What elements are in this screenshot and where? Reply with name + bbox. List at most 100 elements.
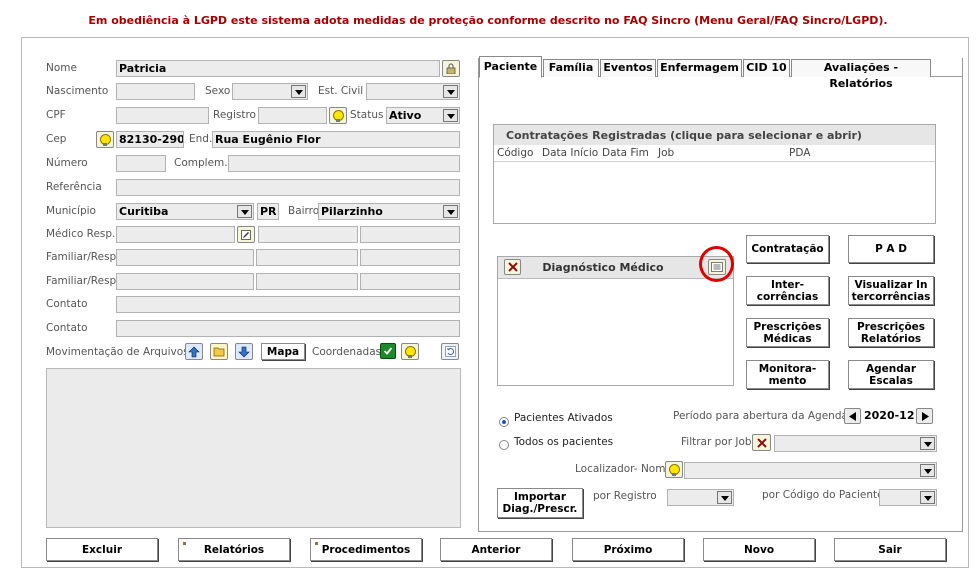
- clear-job-x-icon[interactable]: [752, 434, 771, 451]
- medico-extra-field-1[interactable]: [258, 226, 358, 243]
- coordenadas-label: Coordenadas: [312, 346, 382, 358]
- familiar2-field-3[interactable]: [360, 273, 460, 290]
- relatorios-button[interactable]: Relatórios: [178, 538, 290, 561]
- contato1-label: Contato: [46, 298, 88, 310]
- familiar1-field-2[interactable]: [256, 249, 358, 266]
- cep-lightbulb-icon[interactable]: [96, 131, 114, 148]
- bairro-value: Pilarzinho: [321, 205, 383, 218]
- por-codigo-label: por Código do Paciente: [762, 489, 884, 501]
- upload-arrow-icon[interactable]: [185, 343, 203, 360]
- tab-eventos[interactable]: Eventos: [600, 59, 656, 77]
- contato1-field[interactable]: [116, 296, 460, 313]
- coordenadas-lightbulb-icon[interactable]: [401, 343, 419, 360]
- complemento-field[interactable]: [228, 155, 460, 172]
- next-period-icon[interactable]: [916, 408, 933, 424]
- numero-field[interactable]: [116, 155, 166, 172]
- nome-field[interactable]: Patricia: [116, 60, 440, 77]
- bairro-select[interactable]: Pilarzinho: [318, 203, 460, 220]
- nascimento-field[interactable]: [116, 83, 195, 100]
- periodo-value[interactable]: 2020-12: [864, 409, 915, 422]
- col-data-fim: Data Fim: [602, 147, 649, 159]
- uf-field[interactable]: PR: [257, 203, 279, 220]
- referencia-field[interactable]: [116, 179, 460, 196]
- marker-icon: [315, 542, 318, 545]
- procedimentos-button[interactable]: Procedimentos: [310, 538, 422, 561]
- chevron-down-icon: [237, 205, 252, 218]
- tab-enfermagem[interactable]: Enfermagem: [657, 59, 742, 77]
- diagnostico-panel: Diagnóstico Médico: [497, 256, 734, 386]
- highlight-circle: [699, 246, 734, 282]
- familiar1-field[interactable]: [116, 249, 254, 266]
- proximo-button[interactable]: Próximo: [572, 538, 684, 561]
- sair-button[interactable]: Sair: [834, 538, 946, 561]
- status-select[interactable]: Ativo: [386, 107, 460, 124]
- importar-diag-prescr-button[interactable]: Importar Diag./Prescr.: [497, 488, 583, 518]
- lock-icon[interactable]: [442, 60, 460, 77]
- mapa-button[interactable]: Mapa: [261, 343, 305, 360]
- todos-pacientes-label: Todos os pacientes: [514, 436, 614, 448]
- refresh-icon[interactable]: [441, 343, 459, 360]
- tab-familia[interactable]: Família: [543, 59, 599, 77]
- cpf-field[interactable]: [116, 107, 209, 124]
- contato2-field[interactable]: [116, 320, 460, 337]
- estcivil-label: Est. Civil: [318, 85, 364, 97]
- familiar2-label: Familiar/Resp.: [46, 275, 120, 287]
- endereco-label: End.: [189, 133, 213, 145]
- prescricoes-relatorios-button[interactable]: Prescrições Relatórios: [848, 318, 934, 347]
- sexo-select[interactable]: [232, 83, 308, 100]
- cep-field[interactable]: 82130-290: [116, 131, 184, 148]
- medico-extra-field-2[interactable]: [360, 226, 460, 243]
- excluir-button[interactable]: Excluir: [46, 538, 158, 561]
- patient-form-window: Nome Patricia Nascimento Sexo Est. Civil…: [21, 37, 969, 568]
- download-arrow-icon[interactable]: [235, 343, 253, 360]
- por-registro-select[interactable]: [667, 489, 734, 506]
- familiar1-field-3[interactable]: [360, 249, 460, 266]
- localizador-select[interactable]: [684, 462, 937, 479]
- pacientes-ativados-label: Pacientes Ativados: [514, 412, 613, 424]
- tab-paciente[interactable]: Paciente: [479, 56, 542, 78]
- chevron-down-icon: [443, 85, 458, 98]
- previous-period-icon[interactable]: [844, 408, 861, 424]
- movimentacao-label: Movimentação de Arquivos: [46, 346, 189, 358]
- marker-icon: [183, 542, 186, 545]
- tab-avaliacoes-relatorios[interactable]: Avaliações - Relatórios: [791, 59, 931, 90]
- municipio-label: Município: [46, 205, 96, 217]
- municipio-select[interactable]: Curitiba: [116, 203, 254, 220]
- lgpd-notice: Em obediência à LGPD este sistema adota …: [88, 14, 888, 27]
- chevron-down-icon: [291, 85, 306, 98]
- todos-pacientes-radio[interactable]: [499, 440, 509, 450]
- por-registro-label: por Registro: [593, 490, 657, 502]
- agendar-escalas-button[interactable]: Agendar Escalas: [848, 360, 934, 389]
- contracts-table[interactable]: Contratações Registradas (clique para se…: [493, 124, 936, 224]
- delete-x-icon[interactable]: [504, 259, 521, 275]
- prescrel-line2: Relatórios: [860, 332, 922, 345]
- endereco-field[interactable]: Rua Eugênio Flor: [212, 131, 460, 148]
- intercorrencias-button[interactable]: Inter-corrências: [746, 276, 829, 305]
- monit-line2: mento: [768, 374, 807, 387]
- familiar2-field[interactable]: [116, 273, 254, 290]
- anterior-button[interactable]: Anterior: [440, 538, 552, 561]
- pacientes-ativados-radio[interactable]: [499, 417, 509, 427]
- estcivil-select[interactable]: [366, 83, 460, 100]
- por-codigo-select[interactable]: [879, 489, 937, 506]
- monit-line1: Monitora-: [758, 362, 817, 375]
- open-folder-icon[interactable]: [210, 343, 228, 360]
- prescricoes-medicas-button[interactable]: Prescrições Médicas: [746, 318, 829, 347]
- nome-label: Nome: [46, 62, 77, 74]
- tab-cid10[interactable]: CID 10: [743, 59, 790, 77]
- pad-button[interactable]: P A D: [848, 235, 934, 263]
- coordenadas-checkbox[interactable]: [380, 343, 396, 359]
- registro-label: Registro: [213, 109, 256, 121]
- registro-lightbulb-icon[interactable]: [329, 107, 347, 124]
- registro-field[interactable]: [258, 107, 327, 124]
- familiar2-field-2[interactable]: [256, 273, 358, 290]
- edit-icon[interactable]: [237, 226, 255, 243]
- contratacao-button[interactable]: Contratação: [746, 235, 829, 263]
- medico-field[interactable]: [116, 226, 235, 243]
- prescmed-line2: Médicas: [763, 332, 812, 345]
- novo-button[interactable]: Novo: [703, 538, 815, 561]
- monitoramento-button[interactable]: Monitora-mento: [746, 360, 829, 389]
- job-select[interactable]: [774, 435, 937, 452]
- visualizar-intercorrencias-button[interactable]: Visualizar In tercorrências: [848, 276, 934, 305]
- localizador-lightbulb-icon[interactable]: [665, 461, 683, 478]
